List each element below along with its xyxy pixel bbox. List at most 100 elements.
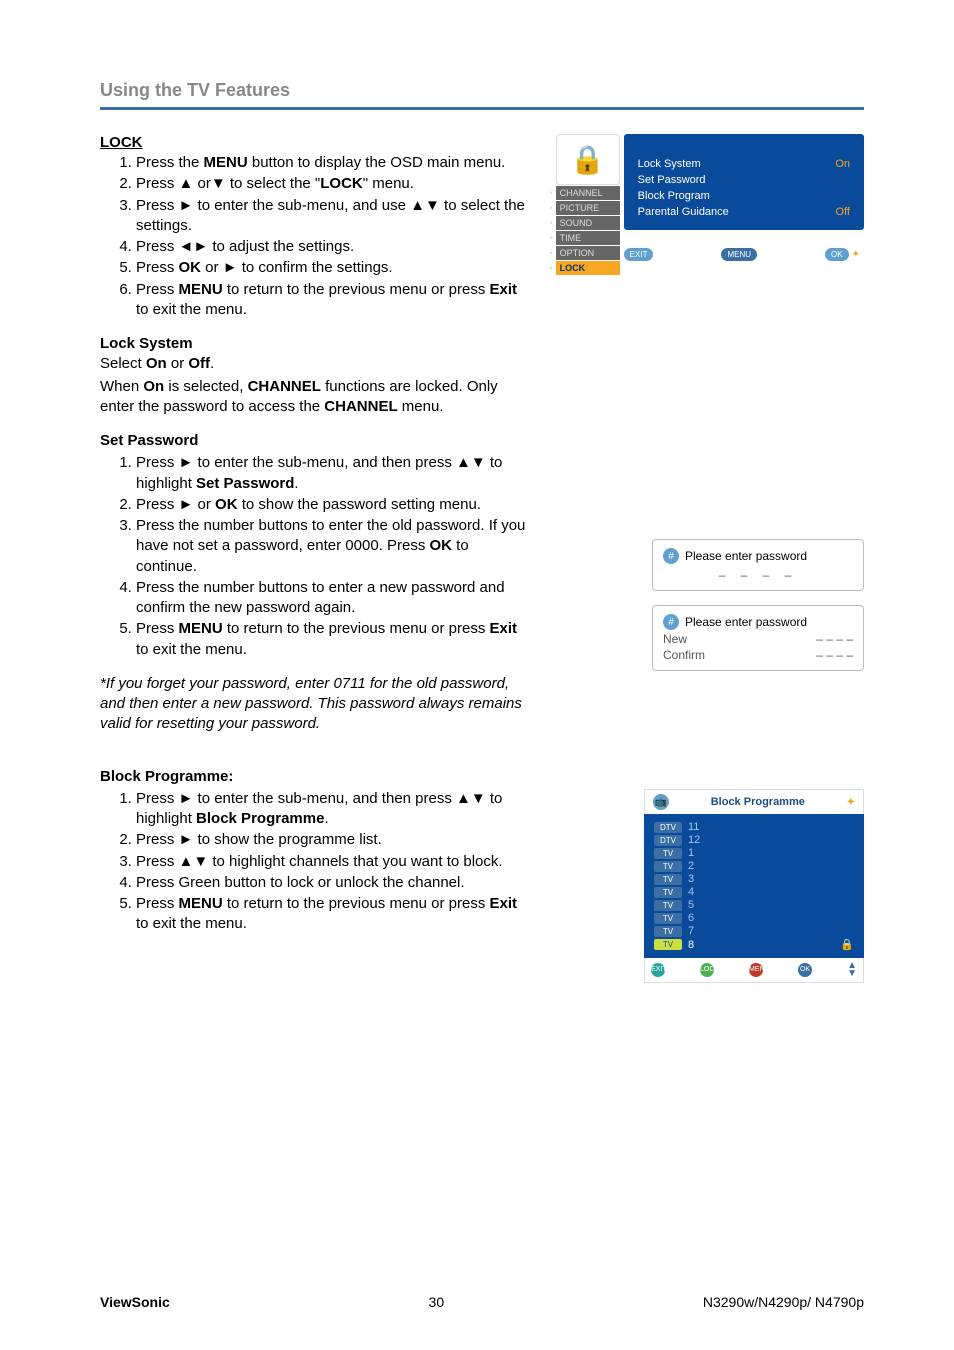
bp-num: 5 — [688, 899, 694, 911]
block-programme-heading: Block Programme: — [100, 767, 532, 787]
osd-sidebar: 🔒 CHANNEL PICTURE SOUND TIME OPTION LOCK — [556, 134, 620, 275]
bp-num: 7 — [688, 925, 694, 937]
info-icon: # — [663, 548, 679, 564]
info-icon: # — [663, 614, 679, 630]
bp-row-active: TV8🔒 — [654, 938, 854, 951]
exit-button-icon: EXIT — [651, 963, 665, 977]
osd-sidebar-item: CHANNEL — [556, 186, 620, 200]
password-title: Please enter password — [685, 615, 807, 629]
bp-row: DTV 11 — [654, 821, 854, 833]
bp-row: DTV12 — [654, 834, 854, 846]
move-icon: ✦ — [847, 797, 855, 808]
list-item: Press MENU to return to the previous men… — [136, 619, 532, 660]
osd-label: Set Password — [638, 174, 706, 186]
osd-sidebar-item: TIME — [556, 231, 620, 245]
bp-row: TV 4 — [654, 886, 854, 898]
password-dashes: – – – – — [663, 568, 853, 582]
lock-system-text: When On is selected, CHANNEL functions a… — [100, 377, 532, 418]
page-header: Using the TV Features — [100, 80, 864, 110]
menu-button-icon: MENU — [749, 963, 763, 977]
list-item: Press the number buttons to enter the ol… — [136, 516, 532, 577]
list-item: Press ► to enter the sub-menu, and then … — [136, 789, 532, 830]
lock-icon: 🔒 — [556, 134, 620, 185]
bp-list: DTV11 DTV12 TV1 TV2 TV3 TV4 TV5 TV6 TV7 … — [644, 814, 864, 958]
osd-label: Block Program — [638, 190, 710, 202]
lock-button-icon: LOCK — [700, 963, 714, 977]
bp-tag: TV — [654, 939, 682, 950]
password-label: New — [663, 632, 687, 646]
bp-tag: TV — [654, 887, 682, 898]
osd-sidebar-item: SOUND — [556, 216, 620, 230]
bp-num: 3 — [688, 873, 694, 885]
osd-sidebar-item-active: LOCK — [556, 261, 620, 275]
list-item: Press ▲▼ to highlight channels that you … — [136, 852, 532, 872]
list-item: Press ► to show the programme list. — [136, 830, 532, 850]
menu-pill: MENU — [721, 248, 757, 261]
osd-sidebar-item: OPTION — [556, 246, 620, 260]
list-item: Press the MENU button to display the OSD… — [136, 153, 532, 173]
bp-tag: TV — [654, 900, 682, 911]
password-dashes: – – – – — [816, 632, 853, 646]
bp-num: 4 — [688, 886, 694, 898]
list-item: Press ► to enter the sub-menu, and then … — [136, 453, 532, 494]
bp-tag: DTV — [654, 835, 682, 846]
bp-row: TV 3 — [654, 873, 854, 885]
lock-system-text: Select On or Off. — [100, 354, 532, 374]
bp-tag: TV — [654, 913, 682, 924]
bp-num: 8 — [688, 939, 694, 951]
footer-model: N3290w/N4290p/ N4790p — [703, 1294, 864, 1310]
osd-lock-menu: 🔒 CHANNEL PICTURE SOUND TIME OPTION LOCK… — [556, 134, 864, 275]
password-label: Confirm — [663, 648, 705, 662]
block-programme-dialog: 📺 Block Programme ✦ DTV11 DTV12 TV1 TV2 … — [644, 789, 864, 983]
ok-pill: OK — [825, 248, 849, 261]
bp-row: TV 6 — [654, 912, 854, 924]
list-item: Press MENU to return to the previous men… — [136, 280, 532, 321]
bp-tag: TV — [654, 874, 682, 885]
lock-system-heading: Lock System — [100, 334, 532, 354]
ok-button-icon: OK — [798, 963, 812, 977]
osd-value: On — [835, 158, 850, 170]
osd-label: Lock System — [638, 158, 701, 170]
bp-row: TV 7 — [654, 925, 854, 937]
list-item: Press ▲ or▼ to select the "LOCK" menu. — [136, 174, 532, 194]
bp-num: 11 — [688, 821, 699, 833]
page-number: 30 — [429, 1294, 445, 1310]
left-column: LOCK Press the MENU button to display th… — [100, 134, 532, 983]
lock-heading: LOCK — [100, 134, 532, 151]
bp-tag: DTV — [654, 822, 682, 833]
osd-value: Off — [836, 206, 850, 218]
osd-row: Block Program — [638, 190, 850, 202]
arrows-icon: ▲▼ — [847, 962, 857, 978]
bp-num: 2 — [688, 860, 694, 872]
footer-brand: ViewSonic — [100, 1294, 170, 1310]
osd-row: Lock System On — [638, 158, 850, 170]
list-item: Press the number buttons to enter a new … — [136, 578, 532, 619]
info-icon: 📺 — [653, 794, 669, 810]
move-icon: ✦ — [852, 249, 860, 260]
exit-pill: EXIT — [624, 248, 654, 261]
osd-row: Parental Guidance Off — [638, 206, 850, 218]
list-item: Press ► to enter the sub-menu, and use ▲… — [136, 196, 532, 237]
bp-row: TV 1 — [654, 847, 854, 859]
osd-sidebar-item: PICTURE — [556, 201, 620, 215]
bp-row: TV 2 — [654, 860, 854, 872]
osd-row: Set Password — [638, 174, 850, 186]
set-password-steps: Press ► to enter the sub-menu, and then … — [100, 453, 532, 660]
lock-steps: Press the MENU button to display the OSD… — [100, 153, 532, 320]
list-item: Press ► or OK to show the password setti… — [136, 495, 532, 515]
bp-num: 6 — [688, 912, 694, 924]
list-item: Press MENU to return to the previous men… — [136, 894, 532, 935]
bp-tag: TV — [654, 861, 682, 872]
page-footer: ViewSonic 30 N3290w/N4290p/ N4790p — [100, 1294, 864, 1310]
bp-num: 1 — [688, 847, 694, 859]
list-item: Press OK or ► to confirm the settings. — [136, 258, 532, 278]
block-programme-steps: Press ► to enter the sub-menu, and then … — [100, 789, 532, 935]
bp-tag: TV — [654, 926, 682, 937]
password-dialog-2: # Please enter password New – – – – Confir… — [652, 605, 864, 671]
bp-footer: EXIT LOCK MENU OK ▲▼ — [644, 958, 864, 983]
password-dialog-1: #Please enter password – – – – — [652, 539, 864, 591]
password-note: *If you forget your password, enter 0711… — [100, 674, 532, 735]
osd-label: Parental Guidance — [638, 206, 729, 218]
osd-main-panel: Lock System On Set Password Block Program… — [624, 134, 864, 230]
bp-tag: TV — [654, 848, 682, 859]
